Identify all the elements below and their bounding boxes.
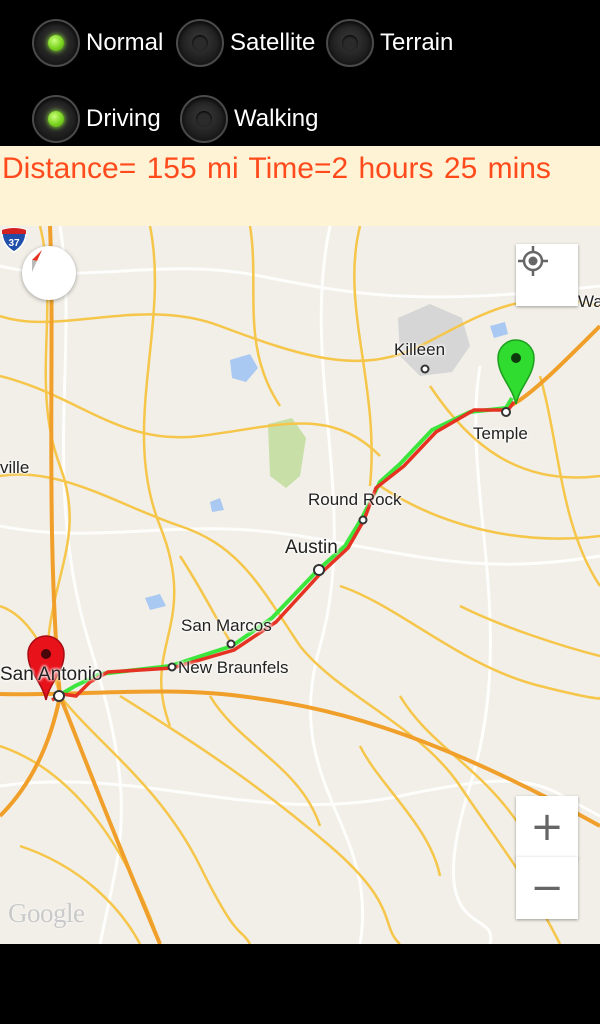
radio-terrain-label: Terrain — [380, 29, 454, 56]
place-label: Austin — [285, 537, 338, 558]
interstate-shield-icon: 37 — [1, 227, 27, 253]
place-label: San Marcos — [181, 616, 272, 635]
google-logo: Google — [8, 898, 85, 928]
map-view[interactable]: Killeen Temple Round Rock Austin San Mar… — [0, 226, 600, 944]
radio-satellite-label: Satellite — [230, 29, 316, 56]
my-location-button[interactable] — [516, 244, 578, 306]
travel-mode-radio-group: Driving Walking — [0, 84, 600, 154]
place-label: San Antonio — [0, 664, 103, 685]
compass-button[interactable] — [22, 246, 76, 300]
lake — [210, 498, 224, 512]
park-area — [268, 418, 306, 488]
radio-indicator — [180, 95, 228, 143]
place-label: ville — [0, 458, 30, 477]
interstate-number: 37 — [8, 238, 20, 249]
radio-indicator — [176, 19, 224, 67]
radio-driving[interactable]: Driving — [32, 84, 161, 154]
place-label: Temple — [473, 424, 528, 443]
lake — [490, 322, 508, 338]
lake — [230, 354, 258, 382]
route-info-bar: Distance= 155 mi Time=2 hours 25 mins — [0, 146, 600, 226]
lake — [145, 594, 166, 610]
zoom-out-button[interactable]: − — [516, 857, 578, 919]
my-location-icon — [518, 246, 548, 276]
radio-normal[interactable]: Normal — [32, 8, 163, 78]
radio-indicator — [32, 19, 80, 67]
city-dot-austin — [313, 564, 325, 576]
city-dot-killeen — [420, 364, 430, 374]
city-dot-round-rock — [358, 515, 368, 525]
radio-normal-label: Normal — [86, 29, 164, 56]
map-canvas — [0, 226, 600, 944]
map-type-radio-group: Normal Satellite Terrain — [0, 8, 600, 78]
zoom-in-button[interactable]: + — [516, 796, 578, 859]
radio-indicator — [32, 95, 80, 143]
city-dot-temple — [501, 407, 511, 417]
bottom-bar — [0, 944, 600, 1024]
radio-satellite[interactable]: Satellite — [176, 8, 315, 78]
radio-driving-label: Driving — [86, 105, 161, 132]
place-label: Killeen — [394, 340, 446, 359]
place-label: New Braunfels — [178, 658, 289, 677]
city-dot-new-braunfels — [167, 662, 177, 672]
city-dot-san-antonio — [53, 690, 65, 702]
radio-walking[interactable]: Walking — [180, 84, 318, 154]
radio-indicator — [326, 19, 374, 67]
place-label: Round Rock — [308, 490, 402, 509]
route-info-text: Distance= 155 mi Time=2 hours 25 mins — [2, 152, 551, 185]
place-label: Wa — [578, 292, 600, 311]
radio-terrain[interactable]: Terrain — [326, 8, 453, 78]
radio-walking-label: Walking — [234, 105, 319, 132]
city-dot-san-marcos — [226, 639, 236, 649]
